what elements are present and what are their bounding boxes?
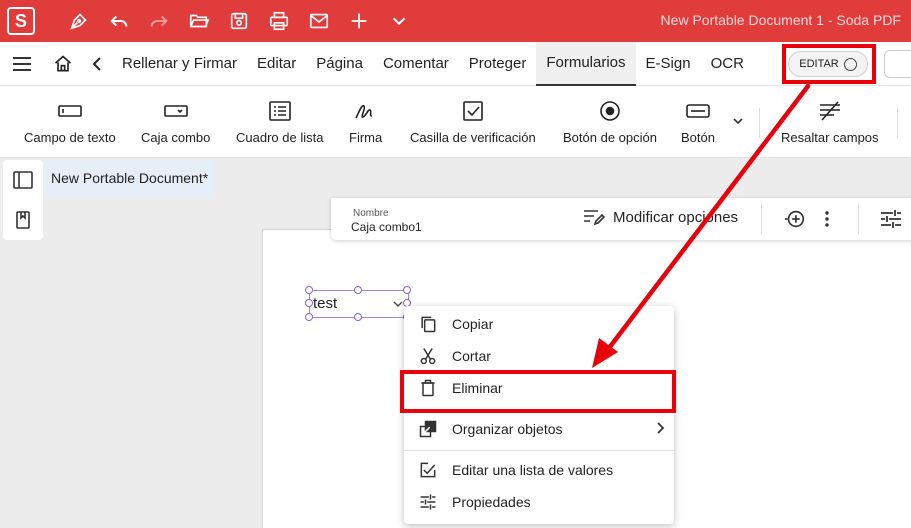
tool-label: Casilla de verificación xyxy=(410,129,536,145)
edit-list-icon xyxy=(404,460,452,480)
menu-pagina[interactable]: Página xyxy=(306,42,373,86)
bookmark-icon[interactable] xyxy=(3,200,43,240)
button-dropdown-chevron-icon[interactable] xyxy=(731,114,745,133)
settings-sliders-icon[interactable] xyxy=(879,207,903,231)
resize-handle[interactable] xyxy=(305,299,313,307)
delete-highlight-box xyxy=(400,370,676,413)
prop-separator xyxy=(761,204,762,234)
ctx-arrange[interactable]: Organizar objetos xyxy=(404,413,674,445)
add-icon[interactable] xyxy=(339,0,379,42)
submenu-chevron-right-icon xyxy=(654,421,666,438)
tool-radio-button[interactable]: Botón de opción xyxy=(563,86,657,158)
modify-options-button[interactable]: Modificar opciones xyxy=(583,208,738,226)
tool-combo-box[interactable]: Caja combo xyxy=(141,86,210,158)
tool-label: Botón xyxy=(681,129,715,145)
quick-access-toolbar xyxy=(59,0,419,42)
tool-list-box[interactable]: Cuadro de lista xyxy=(236,86,323,158)
menu-formularios[interactable]: Formularios xyxy=(536,41,636,86)
ctx-label: Cortar xyxy=(452,348,491,364)
tool-label: Firma xyxy=(349,129,383,145)
tool-label: Resaltar campos xyxy=(781,129,879,145)
resize-handle[interactable] xyxy=(305,313,313,321)
prop-separator xyxy=(858,204,859,234)
combo-box-value: test xyxy=(313,295,338,312)
ctx-label: Propiedades xyxy=(452,494,531,510)
window-title: New Portable Document 1 - Soda PDF xyxy=(660,12,901,28)
document-tab-title: New Portable Document* xyxy=(51,170,209,186)
combo-box-icon xyxy=(163,104,188,117)
ribbon-separator xyxy=(759,108,760,138)
radio-button-icon xyxy=(600,100,620,121)
redo-icon[interactable] xyxy=(139,0,179,42)
ctx-separator xyxy=(404,450,674,451)
pen-icon[interactable] xyxy=(59,0,99,42)
open-folder-icon[interactable] xyxy=(179,0,219,42)
button-icon xyxy=(686,103,710,118)
mail-icon[interactable] xyxy=(299,0,339,42)
field-properties-bar: Nombre Caja combo1 Modificar opciones xyxy=(331,198,911,240)
title-bar: S New Portable Document 1 - Soda PDF xyxy=(0,0,911,42)
menu-ocr[interactable]: OCR xyxy=(701,42,754,86)
ctx-cut[interactable]: Cortar xyxy=(404,340,674,372)
add-circle-icon[interactable] xyxy=(783,207,807,231)
tool-highlight-fields[interactable]: Resaltar campos xyxy=(781,86,879,158)
tool-signature[interactable]: Firma xyxy=(349,86,382,158)
undo-icon[interactable] xyxy=(99,0,139,42)
ctx-copy[interactable]: Copiar xyxy=(404,308,674,340)
ribbon-separator xyxy=(897,108,898,138)
panel-toggle-icon[interactable] xyxy=(3,160,43,200)
menu-proteger[interactable]: Proteger xyxy=(459,42,537,86)
back-chevron-icon[interactable] xyxy=(82,42,112,86)
resize-handle[interactable] xyxy=(354,313,362,321)
field-name-value[interactable]: Caja combo1 xyxy=(351,220,422,234)
context-menu: Copiar Cortar Eliminar Organizar objetos… xyxy=(404,306,674,524)
properties-icon xyxy=(404,492,452,512)
menu-comentar[interactable]: Comentar xyxy=(373,42,459,86)
app-logo: S xyxy=(7,7,35,35)
tool-label: Botón de opción xyxy=(563,129,657,145)
search-input[interactable] xyxy=(884,50,911,78)
print-icon[interactable] xyxy=(259,0,299,42)
forms-ribbon: Campo de texto Caja combo Cuadro de list… xyxy=(0,86,911,158)
edit-highlight-box xyxy=(782,44,876,84)
resize-handle[interactable] xyxy=(305,286,313,294)
signature-icon xyxy=(354,104,372,118)
highlight-fields-icon xyxy=(819,100,840,121)
resize-handle[interactable] xyxy=(403,286,411,294)
tool-checkbox[interactable]: Casilla de verificación xyxy=(410,86,536,158)
modify-options-label: Modificar opciones xyxy=(613,208,739,226)
combo-chevron-down-icon[interactable] xyxy=(392,297,404,315)
copy-icon xyxy=(404,314,452,334)
tool-label: Caja combo xyxy=(141,129,211,145)
arrange-icon xyxy=(404,419,452,439)
tool-label: Cuadro de lista xyxy=(236,129,324,145)
tool-text-field[interactable]: Campo de texto xyxy=(24,86,116,158)
list-box-icon xyxy=(268,100,291,121)
ctx-label: Organizar objetos xyxy=(452,421,563,437)
field-name-label: Nombre xyxy=(353,208,389,219)
tool-button[interactable]: Botón xyxy=(681,86,715,158)
modify-list-icon xyxy=(584,210,605,226)
document-tab[interactable]: New Portable Document* xyxy=(44,160,214,196)
tool-label: Campo de texto xyxy=(24,129,116,145)
menu-editar[interactable]: Editar xyxy=(247,42,306,86)
left-sidebar xyxy=(3,160,43,240)
ctx-edit-value-list[interactable]: Editar una lista de valores xyxy=(404,454,674,486)
home-icon[interactable] xyxy=(44,42,82,86)
save-icon[interactable] xyxy=(219,0,259,42)
ctx-label: Copiar xyxy=(452,316,494,332)
menu-esign[interactable]: E-Sign xyxy=(636,42,701,86)
cut-icon xyxy=(404,346,452,366)
ctx-label: Editar una lista de valores xyxy=(452,462,614,478)
menu-bar: Rellenar y Firmar Editar Página Comentar… xyxy=(0,41,911,86)
ctx-properties[interactable]: Propiedades xyxy=(404,486,674,518)
checkbox-icon xyxy=(463,100,483,121)
dropdown-icon[interactable] xyxy=(379,0,419,42)
hamburger-menu-icon[interactable] xyxy=(0,42,44,86)
menu-rellenar-firmar[interactable]: Rellenar y Firmar xyxy=(112,42,247,86)
more-options-icon[interactable] xyxy=(815,207,839,231)
text-field-icon xyxy=(58,104,82,117)
resize-handle[interactable] xyxy=(354,286,362,294)
